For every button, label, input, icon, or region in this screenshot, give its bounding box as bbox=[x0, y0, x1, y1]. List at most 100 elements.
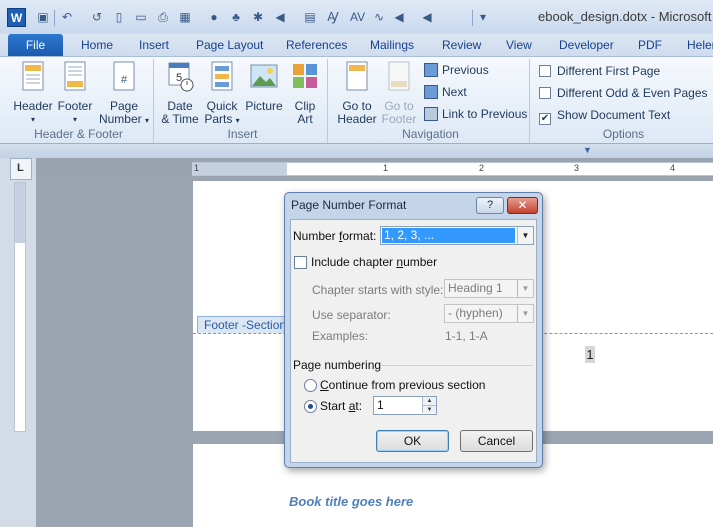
group-label-navigation: Navigation bbox=[402, 127, 459, 141]
picture-button[interactable]: Picture bbox=[244, 61, 284, 113]
window-title: ebook_design.dotx - Microsoft W bbox=[538, 9, 713, 24]
print-icon[interactable]: ⎙ bbox=[156, 10, 170, 24]
close-button[interactable]: ✕ bbox=[507, 197, 538, 214]
spin-down-icon[interactable]: ▼ bbox=[422, 405, 436, 413]
book-title-text[interactable]: Book title goes here bbox=[289, 494, 413, 509]
customize-dropdown-icon[interactable]: ▾ bbox=[476, 10, 490, 24]
different-odd-even-check[interactable] bbox=[539, 87, 551, 99]
tab-developer[interactable]: Developer bbox=[555, 36, 618, 56]
ruler-number: 4 bbox=[670, 163, 676, 173]
header-button[interactable]: Header ▾ bbox=[10, 61, 56, 126]
dialog-body: Number format: 1, 2, 3, ... ▼ Include ch… bbox=[290, 219, 537, 463]
group-header-footer: Header ▾ Footer ▾ # Page Number ▾ Header & … bbox=[4, 59, 154, 143]
shapes-icon[interactable]: ✱ bbox=[251, 10, 265, 24]
vertical-ruler[interactable] bbox=[14, 182, 26, 432]
quick-parts-button[interactable]: Quick Parts ▾ bbox=[200, 61, 244, 127]
tab-review[interactable]: Review bbox=[438, 36, 485, 56]
number-format-dropdown[interactable]: 1, 2, 3, ... ▼ bbox=[380, 226, 534, 245]
help-button[interactable]: ? bbox=[476, 197, 504, 214]
open-folder-icon[interactable]: ▭ bbox=[134, 10, 148, 24]
start-at-label[interactable]: Start at: bbox=[320, 399, 362, 413]
page-number-icon: # bbox=[113, 61, 135, 91]
dialog-title: Page Number Format bbox=[291, 198, 407, 212]
page-layout-icon[interactable]: ▦ bbox=[178, 10, 192, 24]
ruler-left-margin bbox=[192, 163, 287, 175]
footer-button[interactable]: Footer ▾ bbox=[52, 61, 98, 126]
tab-mailings[interactable]: Mailings bbox=[366, 36, 418, 56]
different-first-page-checkbox[interactable]: Different First Page bbox=[539, 62, 660, 80]
different-first-page-check[interactable] bbox=[539, 65, 551, 77]
tab-file[interactable]: File bbox=[8, 34, 63, 56]
continue-radio[interactable] bbox=[304, 379, 317, 392]
examples-value: 1-1, 1-A bbox=[445, 329, 488, 343]
diagram-icon[interactable]: ♣ bbox=[229, 10, 243, 24]
go-to-footer-icon bbox=[388, 61, 410, 91]
go-to-header-button[interactable]: Go to Header bbox=[334, 61, 380, 126]
fill-arrow-2-icon[interactable]: ◀ bbox=[420, 10, 434, 24]
separator-dropdown[interactable]: - (hyphen) ▼ bbox=[444, 304, 534, 323]
group-options: Different First Page Different Odd & Eve… bbox=[534, 59, 713, 143]
previous-icon bbox=[424, 63, 438, 77]
character-spacing-icon[interactable]: AV bbox=[350, 10, 365, 24]
frame-icon[interactable]: ▤ bbox=[303, 10, 317, 24]
arrow-icon[interactable]: ◀ bbox=[273, 10, 287, 24]
tab-insert[interactable]: Insert bbox=[135, 36, 173, 56]
previous-button[interactable]: Previous bbox=[424, 61, 489, 79]
page-number-button[interactable]: # Page Number ▾ bbox=[98, 61, 150, 127]
tab-view[interactable]: View bbox=[502, 36, 536, 56]
vertical-ruler-margin bbox=[15, 183, 25, 243]
start-at-input[interactable]: 1 ▲ ▼ bbox=[373, 396, 437, 415]
clip-art-button[interactable]: Clip Art bbox=[286, 61, 324, 126]
tab-header-footer-tools[interactable]: Heler bbox=[683, 36, 713, 56]
wave-icon[interactable]: ∿ bbox=[372, 10, 386, 24]
divider bbox=[381, 365, 533, 366]
horizontal-ruler[interactable]: 1 1 2 3 4 bbox=[192, 162, 713, 176]
include-chapter-number-checkbox[interactable] bbox=[294, 256, 307, 269]
next-icon bbox=[424, 85, 438, 99]
text-sigma-icon[interactable]: Ꜽ bbox=[326, 10, 340, 24]
different-odd-even-checkbox[interactable]: Different Odd & Even Pages bbox=[539, 84, 708, 102]
undo-icon[interactable]: ↶ bbox=[60, 10, 74, 24]
chevron-down-icon[interactable]: ▼ bbox=[583, 145, 592, 155]
new-document-icon[interactable]: ▯ bbox=[112, 10, 126, 24]
ribbon-tabs: File Home Insert Page Layout References … bbox=[0, 34, 713, 56]
ruler-number: 1 bbox=[383, 163, 389, 173]
ok-button[interactable]: OK bbox=[376, 430, 449, 452]
tab-page-layout[interactable]: Page Layout bbox=[192, 36, 267, 56]
date-time-button[interactable]: 5 Date & Time bbox=[158, 61, 202, 126]
include-chapter-number-label[interactable]: Include chapter number bbox=[311, 255, 437, 269]
chapter-starts-label: Chapter starts with style: bbox=[312, 283, 444, 297]
page-number-format-dialog: Page Number Format ? ✕ Number format: 1,… bbox=[284, 192, 543, 468]
chevron-down-icon[interactable]: ▼ bbox=[517, 227, 533, 244]
start-at-radio[interactable] bbox=[304, 400, 317, 413]
continue-label[interactable]: Continue from previous section bbox=[320, 378, 485, 392]
chapter-style-dropdown[interactable]: Heading 1 ▼ bbox=[444, 279, 534, 298]
tab-references[interactable]: References bbox=[282, 36, 351, 56]
save-icon[interactable]: ▣ bbox=[36, 10, 50, 24]
next-button[interactable]: Next bbox=[424, 83, 467, 101]
tab-pdf[interactable]: PDF bbox=[634, 36, 666, 56]
page-number-field[interactable]: 1 bbox=[585, 346, 595, 363]
redo-icon[interactable]: ↺ bbox=[90, 10, 104, 24]
link-to-previous-button[interactable]: Link to Previous bbox=[424, 105, 527, 123]
show-document-text-check[interactable]: ✔ bbox=[539, 113, 551, 125]
tab-selector[interactable]: L bbox=[10, 158, 32, 180]
number-format-label: Number format: bbox=[293, 229, 377, 243]
circle-icon[interactable]: ● bbox=[207, 10, 221, 24]
chevron-down-icon[interactable]: ▼ bbox=[517, 280, 533, 297]
tab-home[interactable]: Home bbox=[77, 36, 117, 56]
spin-up-icon[interactable]: ▲ bbox=[422, 397, 436, 405]
examples-label: Examples: bbox=[312, 329, 369, 343]
group-insert: 5 Date & Time Quick Parts ▾ Picture Clip Ar… bbox=[158, 59, 328, 143]
show-document-text-checkbox[interactable]: ✔ Show Document Text bbox=[539, 106, 670, 125]
picture-icon bbox=[250, 64, 278, 88]
chevron-down-icon[interactable]: ▼ bbox=[517, 305, 533, 322]
svg-text:#: # bbox=[121, 74, 128, 86]
fill-arrow-icon[interactable]: ◀ bbox=[392, 10, 406, 24]
ribbon: Header ▾ Footer ▾ # Page Number ▾ Header & … bbox=[0, 56, 713, 144]
cancel-button[interactable]: Cancel bbox=[460, 430, 533, 452]
go-to-header-icon bbox=[346, 61, 368, 91]
word-app-icon[interactable]: W bbox=[7, 8, 26, 27]
go-to-footer-button[interactable]: Go to Footer bbox=[376, 61, 422, 126]
header-icon bbox=[22, 61, 44, 91]
